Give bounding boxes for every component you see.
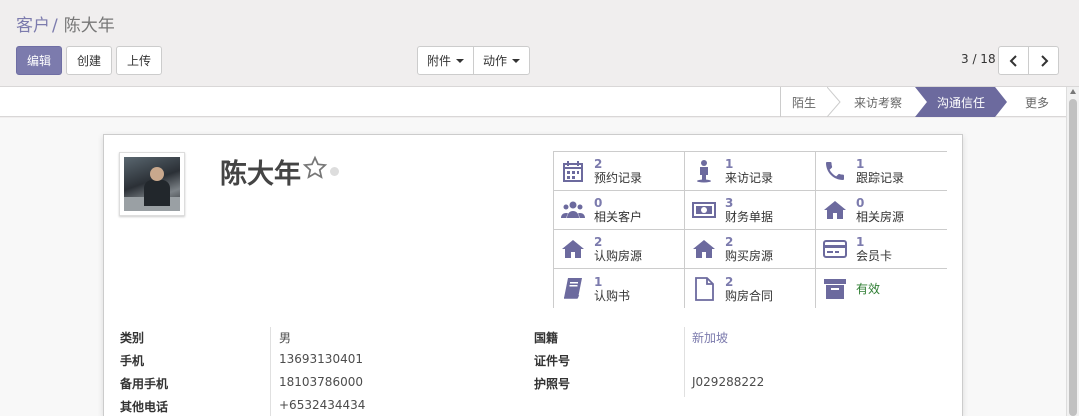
upload-button[interactable]: 上传 [116,46,162,75]
smart-button-active-toggle[interactable]: 有效 [816,269,947,308]
smart-button-purchased-properties[interactable]: 2 购买房源 [685,230,816,269]
smart-button-label: 购买房源 [725,249,774,263]
pager-next-button[interactable] [1028,46,1059,75]
create-button[interactable]: 创建 [66,46,112,75]
smart-button-count: 0 [856,196,865,210]
action-dropdown[interactable]: 动作 [473,46,530,75]
smart-button-box: 2 预约记录 1 来访记录 1 跟踪记录 0 相关客户 3 财务单据 0 相关房源 2 认购房… [553,151,947,308]
home-icon [691,236,717,262]
field-value-nationality-link[interactable]: 新加坡 [692,329,728,346]
field-label-nationality: 国籍 [534,331,559,345]
field-label-mobile: 手机 [120,354,145,368]
smart-button-count: 3 [725,196,734,210]
book-icon [560,276,586,302]
smart-button-count: 1 [725,157,734,171]
smart-button-visits[interactable]: 1 来访记录 [685,152,816,191]
breadcrumb-parent[interactable]: 客户 [16,16,50,36]
smart-button-label: 认购书 [594,288,631,303]
field-divider [270,327,271,416]
pager-value[interactable]: 3 / 18 [961,52,996,66]
smart-button-related-customers[interactable]: 0 相关客户 [554,191,685,230]
smart-button-related-properties[interactable]: 0 相关房源 [816,191,947,230]
vertical-scrollbar[interactable] [1066,87,1079,416]
breadcrumb-separator: / [52,16,58,36]
field-value-category[interactable]: 男 [279,329,291,346]
field-value-passport[interactable]: J029288222 [692,375,764,389]
smart-button-label: 购房合同 [725,288,774,303]
stage-trust-active[interactable]: 沟通信任 [915,87,1007,117]
smart-button-label: 财务单据 [725,210,774,224]
smart-button-label: 有效 [856,281,881,296]
status-bar: 陌生 来访考察 沟通信任 更多 [0,87,1079,117]
chevron-right-icon [1040,54,1048,67]
field-label-id-number: 证件号 [534,354,571,368]
record-title: 陈大年 [220,159,301,190]
avatar-photo [124,157,180,211]
smart-button-label: 会员卡 [856,249,893,263]
file-icon [691,276,717,302]
caret-down-icon [512,58,520,63]
form-sheet: 陈大年 2 预约记录 1 来访记录 1 跟踪记录 0 相关客户 3 财务单据 0 相关房源 [103,134,963,416]
smart-button-tracking[interactable]: 1 跟踪记录 [816,152,947,191]
scroll-up-arrow-icon[interactable] [1070,89,1076,94]
smart-button-label: 相关房源 [856,210,905,224]
smart-button-finance[interactable]: 3 财务单据 [685,191,816,230]
field-value-other-phone[interactable]: +6532434434 [279,398,365,412]
breadcrumb: 客户 / 陈大年 [16,11,115,36]
smart-button-subscription-letter[interactable]: 1 认购书 [554,269,685,308]
stage-stranger[interactable]: 陌生 [781,87,827,117]
person-icon [691,158,717,184]
smart-button-label: 相关客户 [594,210,643,224]
smart-button-membership-card[interactable]: 1 会员卡 [816,230,947,269]
smart-button-label: 预约记录 [594,171,643,185]
smart-button-count: 2 [594,157,603,171]
smart-button-count: 0 [594,196,603,210]
smart-button-subscribed-properties[interactable]: 2 认购房源 [554,230,685,269]
scroll-thumb[interactable] [1069,99,1077,416]
smart-button-count: 1 [594,274,603,289]
status-dot-icon [330,167,339,176]
smart-button-count: 2 [594,235,603,249]
smart-button-label: 跟踪记录 [856,171,905,185]
chevron-left-icon [1009,54,1017,67]
smart-button-count: 2 [725,274,734,289]
field-value-mobile[interactable]: 13693130401 [279,352,363,366]
smart-button-label: 来访记录 [725,171,774,185]
attachment-dropdown[interactable]: 附件 [417,46,474,75]
calendar-icon [560,158,586,184]
stage-arrow-icon [827,87,841,117]
control-panel: 客户 / 陈大年 编辑 创建 上传 附件 动作 3 / 18 [0,0,1079,87]
money-icon [691,197,717,223]
smart-button-label: 认购房源 [594,249,643,263]
attachment-dropdown-label: 附件 [426,54,451,68]
action-dropdown-label: 动作 [482,54,507,68]
credit-card-icon [822,236,848,262]
field-label-passport: 护照号 [534,377,571,391]
star-outline-icon[interactable] [302,155,328,181]
home-icon [560,236,586,262]
phone-icon [822,158,848,184]
archive-icon [822,276,848,302]
smart-button-count: 2 [725,235,734,249]
pager-previous-button[interactable] [998,46,1029,75]
field-label-category: 类别 [120,331,145,345]
smart-button-count: 1 [856,235,865,249]
edit-button[interactable]: 编辑 [16,46,62,75]
caret-down-icon [456,58,464,63]
avatar[interactable] [119,152,185,216]
home-icon [822,197,848,223]
smart-button-count: 1 [856,157,865,171]
users-icon [560,197,586,223]
smart-button-purchase-contract[interactable]: 2 购房合同 [685,269,816,308]
field-label-backup-mobile: 备用手机 [120,377,169,391]
stage-more-dropdown[interactable]: 更多 [1010,87,1064,117]
stage-visit[interactable]: 来访考察 [841,87,915,117]
breadcrumb-current: 陈大年 [63,16,115,36]
field-label-other-phone: 其他电话 [120,400,169,414]
smart-button-appointments[interactable]: 2 预约记录 [554,152,685,191]
field-divider [684,327,685,397]
field-value-backup-mobile[interactable]: 18103786000 [279,375,363,389]
